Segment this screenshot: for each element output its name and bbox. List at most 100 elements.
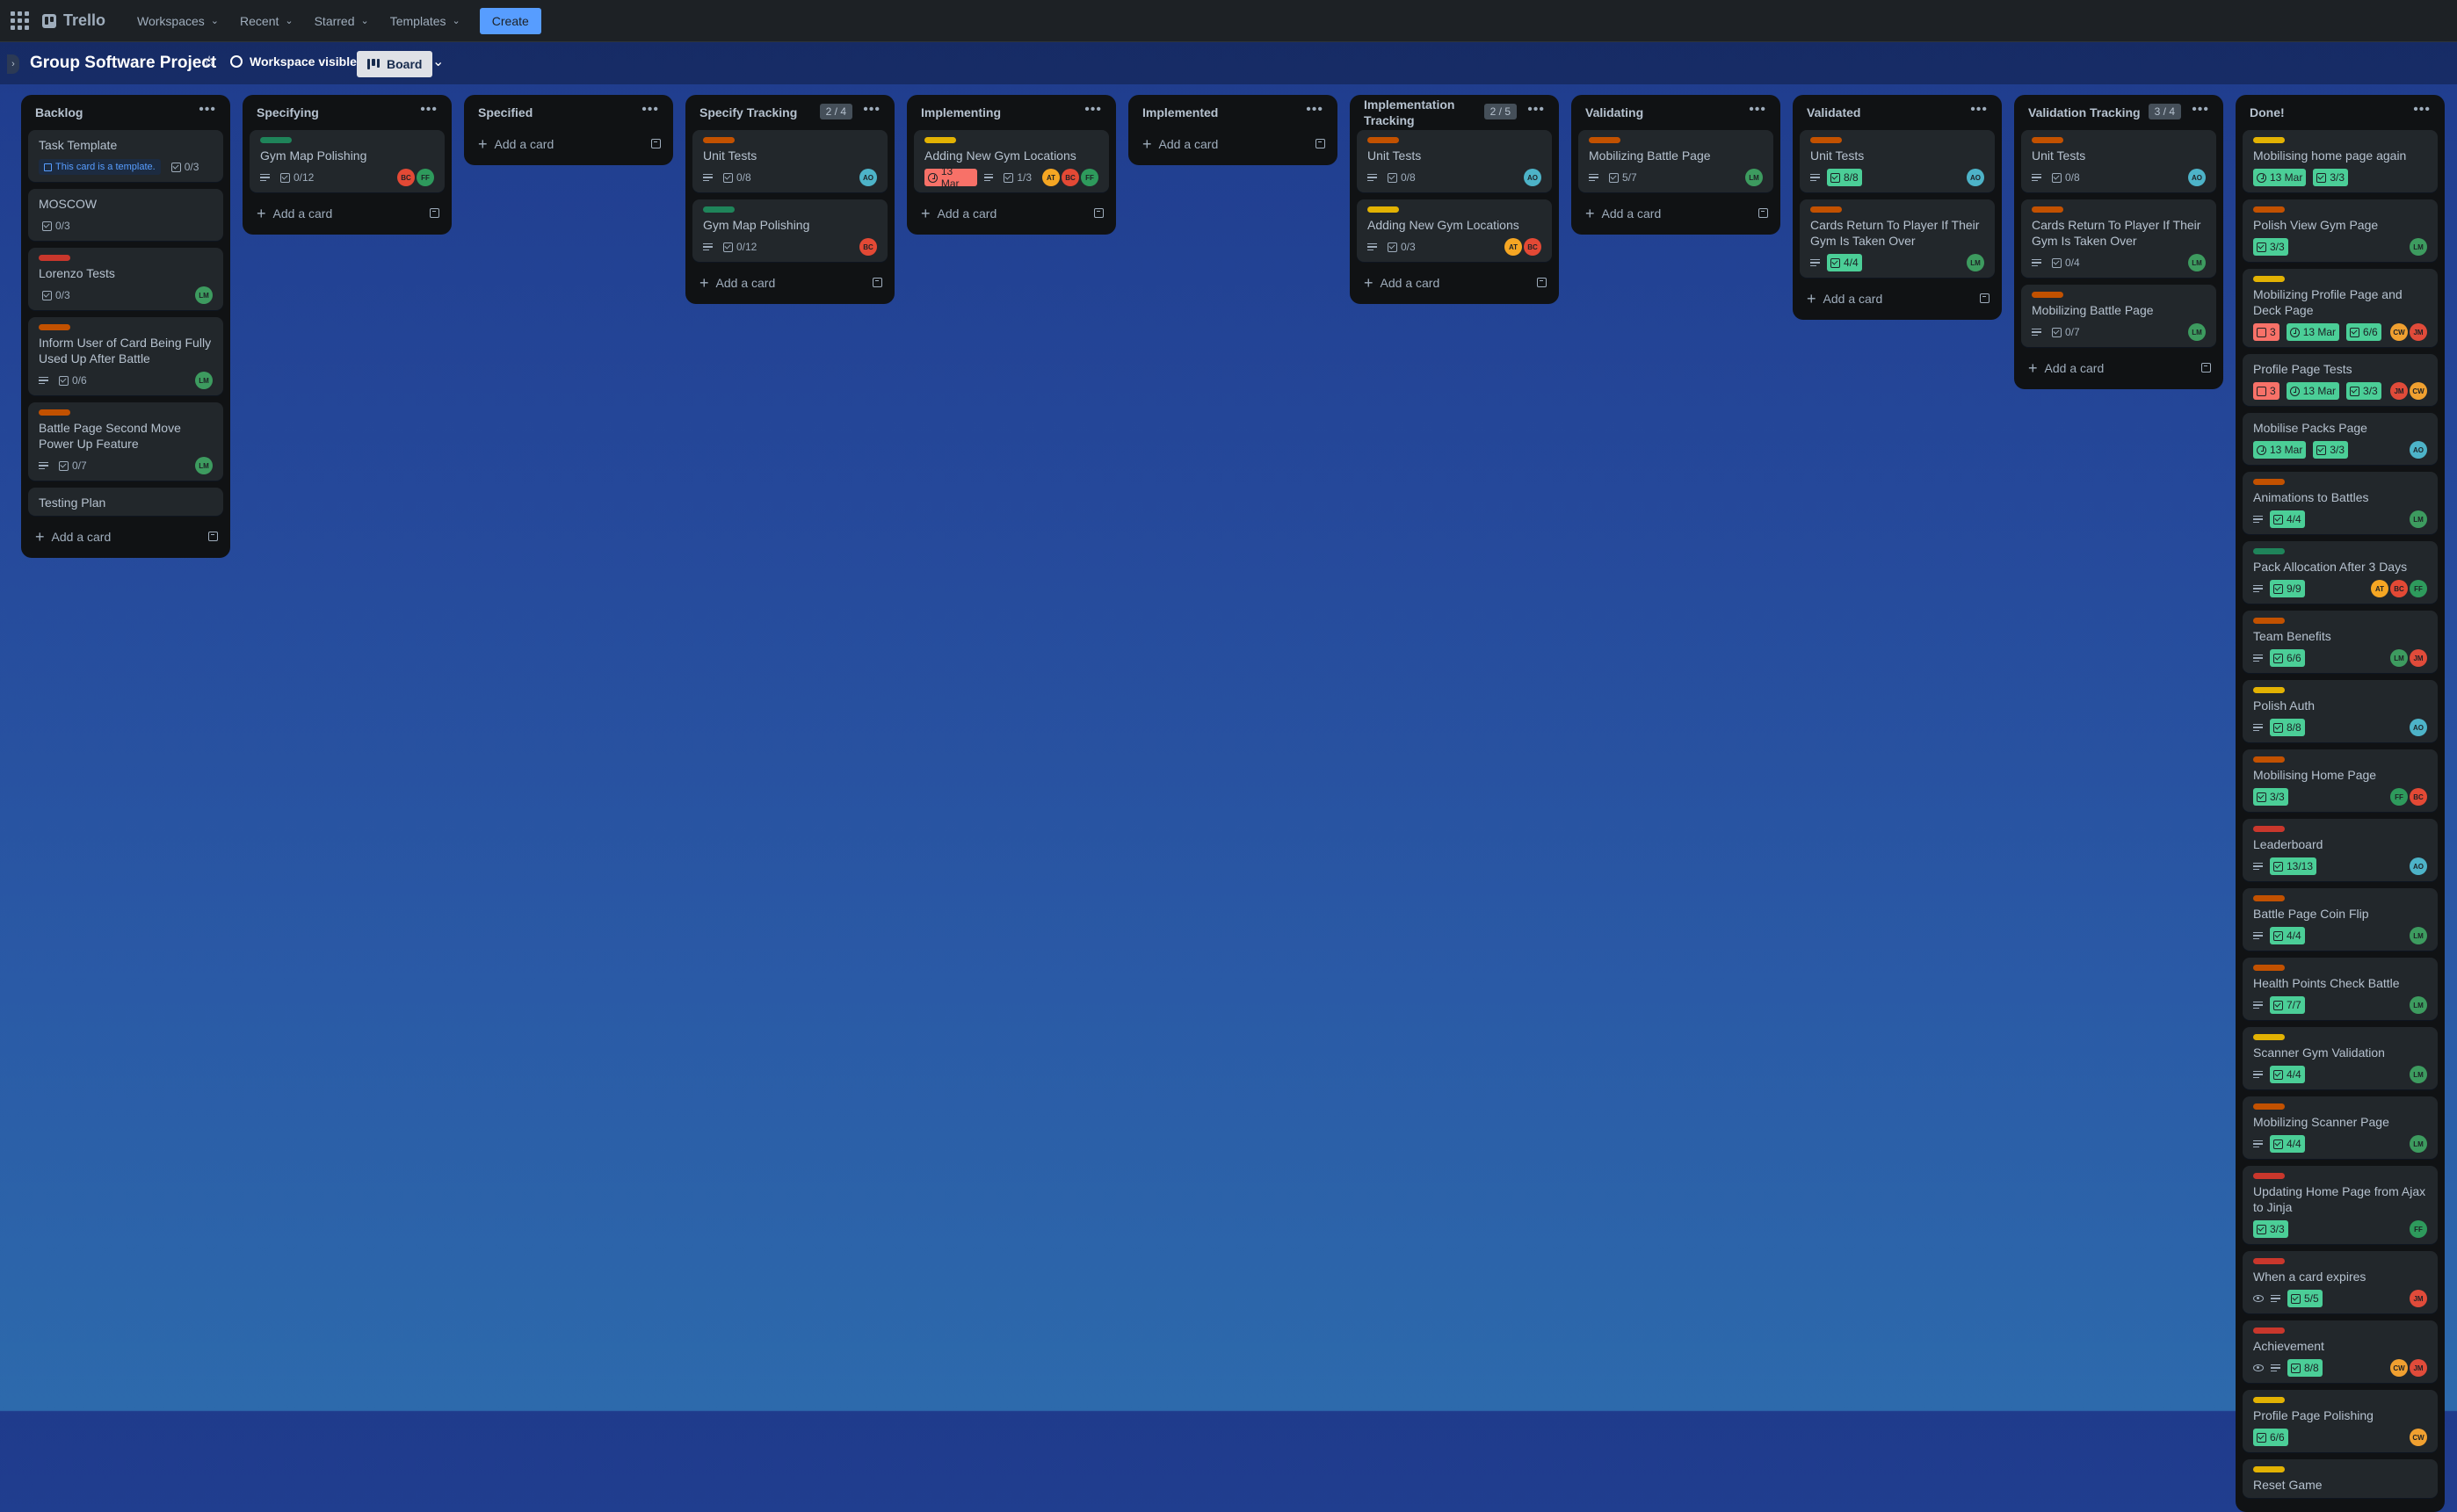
add-card-button[interactable]: + Add a card xyxy=(471,130,666,158)
card[interactable]: Profile Page Tests 3 13 Mar 3/3 JM CW xyxy=(2243,354,2438,406)
avatar[interactable]: LM xyxy=(1967,254,1984,271)
avatar[interactable]: JM xyxy=(2410,323,2427,341)
card[interactable]: Cards Return To Player If Their Gym Is T… xyxy=(2021,199,2216,278)
more-icon[interactable]: ••• xyxy=(199,102,216,118)
avatar[interactable]: JM xyxy=(2410,649,2427,667)
avatar[interactable]: LM xyxy=(2188,323,2206,341)
more-icon[interactable]: ••• xyxy=(1749,102,1766,118)
card[interactable]: Cards Return To Player If Their Gym Is T… xyxy=(1800,199,1995,278)
add-card-button[interactable]: + Add a card xyxy=(692,269,888,297)
card[interactable]: Reset Game xyxy=(2243,1459,2438,1498)
avatar[interactable]: AO xyxy=(1967,169,1984,186)
card-label[interactable] xyxy=(39,255,70,261)
avatar[interactable]: FF xyxy=(417,169,434,186)
card-label[interactable] xyxy=(2253,965,2285,971)
avatar[interactable]: AT xyxy=(1504,238,1522,256)
list-title[interactable]: Backlog xyxy=(35,105,83,120)
more-icon[interactable]: ••• xyxy=(1306,102,1323,118)
card[interactable]: Mobilise Packs Page 13 Mar 3/3 AO xyxy=(2243,413,2438,465)
visibility-button[interactable]: Workspace visible xyxy=(230,54,357,69)
avatar[interactable]: LM xyxy=(2188,254,2206,271)
board-view-button[interactable]: Board xyxy=(357,51,433,77)
card[interactable]: Animations to Battles 4/4 LM xyxy=(2243,472,2438,534)
card[interactable]: Mobilising home page again 13 Mar 3/3 xyxy=(2243,130,2438,192)
avatar[interactable]: LM xyxy=(2410,510,2427,528)
avatar[interactable]: JM xyxy=(2390,382,2408,400)
avatar[interactable]: LM xyxy=(2410,927,2427,944)
card-label[interactable] xyxy=(2253,756,2285,763)
card[interactable]: Pack Allocation After 3 Days 9/9 AT BC FF xyxy=(2243,541,2438,604)
create-from-template-icon[interactable] xyxy=(873,278,882,287)
avatar[interactable]: CW xyxy=(2390,323,2408,341)
card[interactable]: Mobilizing Profile Page and Deck Page 3 13… xyxy=(2243,269,2438,347)
card[interactable]: Unit Tests 8/8 AO xyxy=(1800,130,1995,192)
avatar[interactable]: LM xyxy=(2410,996,2427,1014)
card[interactable]: Achievement 8/8 CW JM xyxy=(2243,1320,2438,1383)
avatar[interactable]: AO xyxy=(859,169,877,186)
add-card-button[interactable]: + Add a card xyxy=(1578,199,1773,228)
avatar[interactable]: AO xyxy=(2410,857,2427,875)
due-date-badge[interactable]: 13 Mar xyxy=(2286,323,2340,341)
avatar[interactable]: BC xyxy=(1524,238,1541,256)
list-title[interactable]: Specified xyxy=(478,105,533,120)
avatar[interactable]: AO xyxy=(1524,169,1541,186)
card-label[interactable] xyxy=(2253,276,2285,282)
add-card-button[interactable]: + Add a card xyxy=(250,199,445,228)
chevron-down-icon[interactable]: ⌄ xyxy=(432,53,444,70)
card[interactable]: Polish Auth 8/8 AO xyxy=(2243,680,2438,742)
list-title[interactable]: Implementing xyxy=(921,105,1001,120)
card-label[interactable] xyxy=(2253,618,2285,624)
card-label[interactable] xyxy=(2253,1466,2285,1472)
templates-menu[interactable]: Templates ⌄ xyxy=(380,7,471,35)
list-title[interactable]: Implemented xyxy=(1142,105,1218,120)
recent-menu[interactable]: Recent ⌄ xyxy=(229,7,304,35)
due-date-badge[interactable]: 13 Mar xyxy=(2253,169,2307,186)
card[interactable]: Health Points Check Battle 7/7 LM xyxy=(2243,958,2438,1020)
more-icon[interactable]: ••• xyxy=(1084,102,1102,118)
create-button[interactable]: Create xyxy=(479,7,541,34)
card-label[interactable] xyxy=(2253,826,2285,832)
card-label[interactable] xyxy=(260,137,292,143)
add-card-button[interactable]: + Add a card xyxy=(914,199,1109,228)
add-card-button[interactable]: + Add a card xyxy=(28,523,223,551)
workspaces-menu[interactable]: Workspaces ⌄ xyxy=(127,7,229,35)
avatar[interactable]: LM xyxy=(195,286,213,304)
card[interactable]: Scanner Gym Validation 4/4 LM xyxy=(2243,1027,2438,1089)
card[interactable]: Adding New Gym Locations 13 Mar 1/3 AT BC FF xyxy=(914,130,1109,192)
card-label[interactable] xyxy=(2253,1103,2285,1110)
card[interactable]: Inform User of Card Being Fully Used Up … xyxy=(28,317,223,395)
card[interactable]: Team Benefits 6/6 LM JM xyxy=(2243,611,2438,673)
sidebar-toggle-icon[interactable]: › xyxy=(7,54,19,74)
list-title[interactable]: Specifying xyxy=(257,105,319,120)
avatar[interactable]: CW xyxy=(2390,1359,2408,1377)
more-icon[interactable]: ••• xyxy=(1527,102,1545,118)
create-from-template-icon[interactable] xyxy=(208,532,218,541)
create-from-template-icon[interactable] xyxy=(1980,293,1990,303)
due-date-badge[interactable]: 13 Mar xyxy=(2253,441,2307,459)
card-label[interactable] xyxy=(2253,548,2285,554)
avatar[interactable]: JM xyxy=(2410,1359,2427,1377)
avatar[interactable]: LM xyxy=(195,372,213,389)
more-icon[interactable]: ••• xyxy=(863,102,881,118)
avatar[interactable]: LM xyxy=(2390,649,2408,667)
card[interactable]: Battle Page Coin Flip 4/4 LM xyxy=(2243,888,2438,951)
create-from-template-icon[interactable] xyxy=(1094,208,1104,218)
card[interactable]: Updating Home Page from Ajax to Jinja 3/3… xyxy=(2243,1166,2438,1244)
card-label[interactable] xyxy=(2253,137,2285,143)
avatar[interactable]: AO xyxy=(2410,441,2427,459)
avatar[interactable]: LM xyxy=(1745,169,1763,186)
card-label[interactable] xyxy=(2253,687,2285,693)
avatar[interactable]: BC xyxy=(859,238,877,256)
create-from-template-icon[interactable] xyxy=(1315,139,1325,148)
list-title[interactable]: Implementation Tracking xyxy=(1364,97,1487,128)
create-from-template-icon[interactable] xyxy=(1758,208,1768,218)
avatar[interactable]: AT xyxy=(1042,169,1060,186)
star-icon[interactable]: ☆ xyxy=(202,53,216,71)
card-label[interactable] xyxy=(2253,1173,2285,1179)
card-label[interactable] xyxy=(703,137,735,143)
card-label[interactable] xyxy=(2032,137,2063,143)
avatar[interactable]: BC xyxy=(397,169,415,186)
card-label[interactable] xyxy=(1367,137,1399,143)
card-label[interactable] xyxy=(39,324,70,330)
add-card-button[interactable]: + Add a card xyxy=(1800,285,1995,313)
